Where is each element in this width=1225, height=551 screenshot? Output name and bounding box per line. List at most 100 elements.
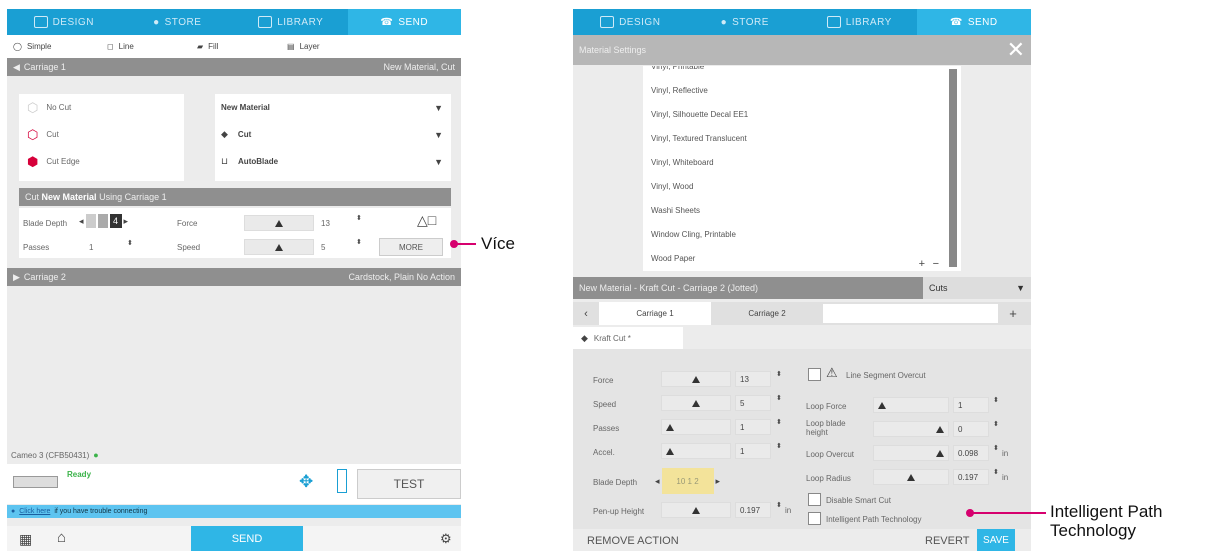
list-item[interactable]: Vinyl, Textured Translucent <box>643 126 961 150</box>
blade-depth-selector[interactable]: ◂ 4 ▸ <box>79 214 128 228</box>
tab-kraft-cut[interactable]: ◆ Kraft Cut * <box>573 327 683 349</box>
tab-store[interactable]: ● STORE <box>688 9 803 35</box>
speed-slider[interactable] <box>244 239 314 255</box>
blade-depth-selector[interactable]: ◂ 10 1 2 ▸ <box>655 468 720 494</box>
force-value[interactable]: 13 <box>735 371 771 387</box>
carriage2-bar[interactable]: ▶ Carriage 2 Cardstock, Plain No Action <box>7 268 461 286</box>
loop-overcut-stepper[interactable]: ⬍ <box>993 444 999 452</box>
speed-stepper[interactable]: ⬍ <box>356 238 362 246</box>
header-select[interactable]: Cuts ▼ <box>923 277 1031 299</box>
right-panel: DESIGN ● STORE LIBRARY ☎ SEND Material Set… <box>573 9 1031 551</box>
intelligent-path-checkbox[interactable] <box>808 512 821 525</box>
accel-stepper[interactable]: ⬍ <box>776 442 782 450</box>
cut-option-nocut[interactable]: ⬡ No Cut <box>19 94 184 121</box>
list-item[interactable]: Washi Sheets <box>643 198 961 222</box>
callout-intelligent-line <box>970 512 1046 514</box>
cut-option-cut[interactable]: ⬡ Cut <box>19 121 184 148</box>
more-button[interactable]: MORE <box>379 238 443 256</box>
cut-area-icon[interactable] <box>337 469 347 493</box>
disable-smart-cut-checkbox[interactable] <box>808 493 821 506</box>
tab-library[interactable]: LIBRARY <box>234 9 348 35</box>
accel-slider[interactable] <box>661 443 731 459</box>
material-select[interactable]: New Material ▼ <box>215 94 451 121</box>
device-status: Cameo 3 (CFB50431) ● <box>11 450 99 460</box>
graduation-icon[interactable]: ⌂ <box>57 529 66 546</box>
passes-stepper[interactable]: ⬍ <box>127 239 133 247</box>
penup-stepper[interactable]: ⬍ <box>776 501 782 509</box>
list-item[interactable]: Wood Paper <box>643 246 961 270</box>
speed-stepper[interactable]: ⬍ <box>776 394 782 402</box>
calendar-icon[interactable]: ▦ <box>19 531 32 548</box>
passes-stepper[interactable]: ⬍ <box>776 418 782 426</box>
remove-material-icon[interactable]: − <box>933 258 939 270</box>
action-select[interactable]: ◆ Cut ▼ <box>215 121 451 148</box>
mode-line[interactable]: ◻ Line <box>107 42 197 51</box>
passes-value[interactable]: 1 <box>735 419 771 435</box>
send-button[interactable]: SEND <box>191 526 303 551</box>
tab-store[interactable]: ● STORE <box>121 9 235 35</box>
list-item[interactable]: Vinyl, Wood <box>643 174 961 198</box>
list-item[interactable]: Vinyl, Printable <box>643 66 961 78</box>
revert-button[interactable]: REVERT <box>925 535 969 547</box>
loop-force-value[interactable]: 1 <box>953 397 989 413</box>
test-button[interactable]: TEST <box>357 469 461 499</box>
add-tab-icon[interactable]: + <box>998 306 1028 321</box>
loop-force-slider[interactable] <box>873 397 949 413</box>
carriage1-label: Carriage 1 <box>23 62 66 72</box>
loop-blade-stepper[interactable]: ⬍ <box>993 420 999 428</box>
tab-send[interactable]: ☎ SEND <box>916 9 1031 35</box>
mode-simple[interactable]: ◯ Simple <box>7 42 107 51</box>
speed-value[interactable]: 5 <box>735 395 771 411</box>
carriage1-bar[interactable]: ◀ Carriage 1 New Material, Cut <box>7 58 461 76</box>
tab-design[interactable]: DESIGN <box>573 9 688 35</box>
force-slider[interactable] <box>244 215 314 231</box>
list-scrollbar[interactable] <box>949 69 957 267</box>
force-stepper[interactable]: ⬍ <box>356 214 362 222</box>
dropdown-icon: ▼ <box>434 102 443 113</box>
list-item[interactable]: Window Cling, Printable <box>643 222 961 246</box>
force-slider[interactable] <box>661 371 731 387</box>
gear-icon[interactable]: ⚙ <box>440 531 452 547</box>
cut-option-cutedge[interactable]: ⬢ Cut Edge <box>19 148 184 175</box>
loop-force-stepper[interactable]: ⬍ <box>993 396 999 404</box>
tab-send[interactable]: ☎ SEND <box>347 9 461 35</box>
info-icon: ● <box>11 508 16 515</box>
force-stepper[interactable]: ⬍ <box>776 370 782 378</box>
loop-overcut-value[interactable]: 0.098 <box>953 445 989 461</box>
loop-radius-slider[interactable] <box>873 469 949 485</box>
material-list[interactable]: Vinyl, Printable Vinyl, Reflective Vinyl… <box>643 66 961 271</box>
mode-layer[interactable]: ▤ Layer <box>287 42 377 51</box>
tab-carriage1[interactable]: Carriage 1 <box>599 302 711 325</box>
help-link[interactable]: Click here <box>19 508 50 515</box>
tab-design[interactable]: DESIGN <box>7 9 121 35</box>
penup-slider[interactable] <box>661 502 731 518</box>
penup-value[interactable]: 0.197 <box>735 502 771 518</box>
back-icon[interactable]: ‹ <box>573 308 599 320</box>
loop-blade-value[interactable]: 0 <box>953 421 989 437</box>
loop-radius-value[interactable]: 0.197 <box>953 469 989 485</box>
accel-value[interactable]: 1 <box>735 443 771 459</box>
list-item[interactable]: Vinyl, Silhouette Decal EE1 <box>643 102 961 126</box>
loop-overcut-slider[interactable] <box>873 445 949 461</box>
loop-blade-slider[interactable] <box>873 421 949 437</box>
tab-library[interactable]: LIBRARY <box>802 9 917 35</box>
close-icon[interactable]: ✕ <box>1007 37 1025 63</box>
add-material-icon[interactable]: + <box>919 258 925 270</box>
remove-action-button[interactable]: REMOVE ACTION <box>587 535 679 547</box>
line-segment-checkbox[interactable] <box>808 368 821 381</box>
carriage1-info: New Material, Cut <box>383 62 455 72</box>
save-button[interactable]: SAVE <box>977 529 1015 551</box>
list-item[interactable]: Vinyl, Whiteboard <box>643 150 961 174</box>
mode-fill[interactable]: ▰ Fill <box>197 42 287 51</box>
tab-carriage2[interactable]: Carriage 2 <box>711 302 823 325</box>
autoblade-icon: ⊔ <box>221 156 229 166</box>
line-icon: ◻ <box>107 42 114 51</box>
cut-icon: ⬡ <box>27 126 39 142</box>
move-arrows-icon[interactable]: ✥ <box>299 472 313 492</box>
passes-slider[interactable] <box>661 419 731 435</box>
speed-slider[interactable] <box>661 395 731 411</box>
tool-select[interactable]: ⊔ AutoBlade ▼ <box>215 148 451 175</box>
design-icon <box>33 16 48 28</box>
list-item[interactable]: Vinyl, Reflective <box>643 78 961 102</box>
loop-radius-stepper[interactable]: ⬍ <box>993 468 999 476</box>
